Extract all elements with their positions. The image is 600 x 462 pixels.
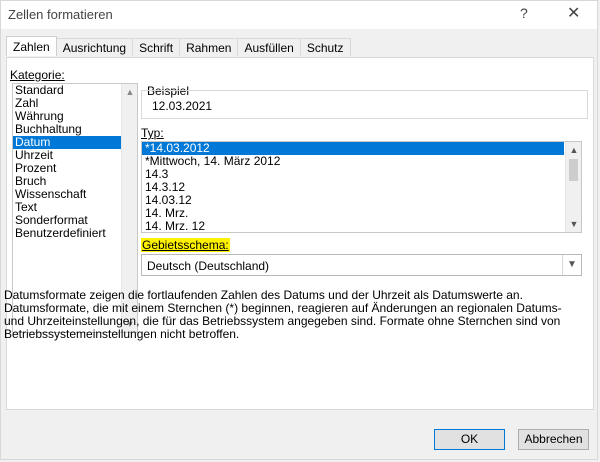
chevron-down-icon[interactable]: ▼	[562, 255, 581, 275]
tab-panel-zahlen: Kategorie: Standard Zahl Währung Buchhal…	[6, 57, 594, 410]
gebietsschema-label: Gebietsschema:	[141, 238, 230, 252]
scroll-up-icon[interactable]: ▲	[122, 84, 138, 100]
help-button[interactable]: ?	[520, 5, 528, 21]
type-item[interactable]: 14.3.12	[142, 181, 564, 194]
close-icon[interactable]: ✕	[567, 3, 580, 23]
scroll-down-icon[interactable]: ▼	[566, 216, 582, 232]
gebietsschema-label-text: Gebietsschema:	[141, 238, 230, 252]
tab-ausrichtung[interactable]: Ausrichtung	[55, 38, 134, 56]
scroll-up-icon[interactable]: ▲	[566, 142, 582, 158]
type-item[interactable]: 14.3	[142, 168, 564, 181]
type-item[interactable]: 14. Mrz. 12	[142, 220, 564, 233]
type-item[interactable]: 14.03.12	[142, 194, 564, 207]
type-scrollbar[interactable]: ▲ ▼	[565, 142, 581, 232]
description-text: Datumsformate zeigen die fortlaufenden Z…	[4, 288, 562, 341]
tab-ausfuellen[interactable]: Ausfüllen	[237, 38, 301, 56]
type-item[interactable]: *Mittwoch, 14. März 2012	[142, 155, 564, 168]
cancel-button[interactable]: Abbrechen	[518, 429, 589, 450]
dialog-title: Zellen formatieren	[8, 7, 113, 22]
format-cells-dialog: Zellen formatieren ? ✕ Zahlen Ausrichtun…	[0, 0, 598, 460]
tab-zahlen[interactable]: Zahlen	[6, 36, 57, 56]
sample-value: 12.03.2021	[152, 99, 213, 113]
locale-select-value: Deutsch (Deutschland)	[147, 259, 270, 273]
tab-rahmen[interactable]: Rahmen	[179, 38, 239, 56]
sample-box: 12.03.2021	[141, 90, 588, 119]
typ-label: Typ:	[141, 126, 164, 140]
type-item[interactable]: 14. Mrz.	[142, 207, 564, 220]
type-list[interactable]: *14.03.2012 *Mittwoch, 14. März 2012 14.…	[141, 141, 582, 233]
scroll-thumb[interactable]	[569, 159, 578, 181]
tab-strip: Zahlen Ausrichtung Schrift Rahmen Ausfül…	[6, 36, 351, 57]
locale-select[interactable]: Deutsch (Deutschland) ▼	[141, 254, 582, 276]
kategorie-label: Kategorie:	[10, 68, 65, 82]
category-item[interactable]: Benutzerdefiniert	[13, 227, 123, 240]
tab-schutz[interactable]: Schutz	[299, 38, 351, 56]
ok-button[interactable]: OK	[434, 429, 505, 450]
tab-schrift[interactable]: Schrift	[132, 38, 181, 56]
title-bar: Zellen formatieren ? ✕	[1, 1, 597, 29]
